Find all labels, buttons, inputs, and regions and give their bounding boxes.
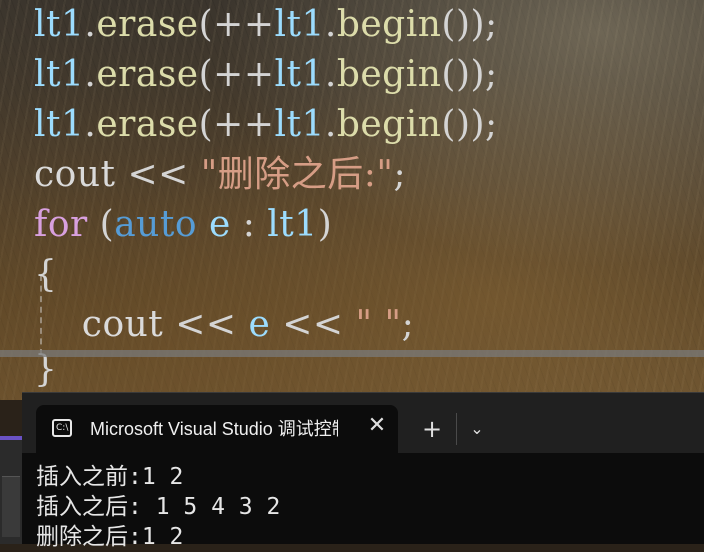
editor-splitter[interactable] <box>0 350 704 357</box>
code-token: ()); <box>441 104 498 145</box>
code-token: " " <box>355 304 402 345</box>
code-line[interactable]: cout << e << " "; <box>34 300 414 350</box>
code-token: auto <box>114 204 198 245</box>
code-token: for <box>34 204 88 245</box>
code-token: { <box>34 254 58 295</box>
code-token: e <box>248 304 271 345</box>
code-token: lt1 <box>34 104 85 145</box>
code-token: ) <box>317 204 333 245</box>
code-token: ; <box>401 304 415 345</box>
code-line[interactable]: for (auto e : lt1) <box>34 200 332 250</box>
output-line: 插入之后: 1 5 4 3 2 <box>36 494 281 520</box>
code-line[interactable]: cout << "删除之后:"; <box>34 150 406 200</box>
code-token: cout <box>34 154 116 195</box>
code-token: (++ <box>198 104 275 145</box>
code-token: << <box>163 304 249 345</box>
close-icon[interactable]: ✕ <box>366 415 388 437</box>
debug-console-window[interactable]: C:\ Microsoft Visual Studio 调试控制台 ✕ + ⌄ … <box>22 392 704 550</box>
code-token: ()); <box>441 54 498 95</box>
code-token: erase <box>96 104 199 145</box>
code-token: . <box>324 4 337 45</box>
code-token: << <box>115 154 201 195</box>
code-token: lt1 <box>267 204 318 245</box>
code-token: . <box>84 4 97 45</box>
console-output: 插入之前:1 2 插入之后: 1 5 4 3 2 删除之后:1 2 <box>36 462 696 552</box>
new-tab-button[interactable]: + <box>420 417 444 441</box>
code-token: cout <box>81 304 164 345</box>
chevron-down-icon[interactable]: ⌄ <box>466 417 488 441</box>
code-token: lt1 <box>274 4 325 45</box>
side-panel-box <box>2 476 20 537</box>
code-token: << <box>270 304 356 345</box>
code-line[interactable]: lt1.erase(++lt1.begin()); <box>34 50 498 100</box>
code-token: ( <box>87 204 115 245</box>
console-tab[interactable]: C:\ Microsoft Visual Studio 调试控制台 ✕ <box>36 405 398 453</box>
code-token: (++ <box>198 4 275 45</box>
code-token: . <box>324 104 337 145</box>
code-token: lt1 <box>34 4 85 45</box>
console-icon-label: C:\ <box>56 423 69 433</box>
code-token: (++ <box>198 54 275 95</box>
code-token: begin <box>336 4 442 45</box>
titlebar-divider <box>456 413 457 445</box>
code-token: lt1 <box>274 104 325 145</box>
code-token: . <box>84 104 97 145</box>
code-token: lt1 <box>274 54 325 95</box>
code-line[interactable]: lt1.erase(++lt1.begin()); <box>34 100 498 150</box>
code-line[interactable]: lt1.erase(++lt1.begin()); <box>34 0 498 50</box>
code-token: begin <box>336 54 442 95</box>
output-line: 插入之前:1 2 <box>36 464 184 490</box>
accent-bar <box>0 436 22 440</box>
code-line[interactable]: { <box>34 250 57 300</box>
code-token: : <box>230 204 268 245</box>
code-token: e <box>208 204 231 245</box>
output-line: 删除之后:1 2 <box>36 524 184 550</box>
console-icon: C:\ <box>52 419 72 437</box>
code-token: ()); <box>441 4 498 45</box>
indent-guide <box>40 275 42 355</box>
tab-title: Microsoft Visual Studio 调试控制台 <box>90 419 338 439</box>
code-token: . <box>324 54 337 95</box>
code-token: begin <box>336 104 442 145</box>
code-token: erase <box>96 4 199 45</box>
code-token: "删除之后:" <box>200 154 394 195</box>
code-token: erase <box>96 54 199 95</box>
code-editor[interactable]: lt1.erase(++lt1.begin()); lt1.erase(++lt1… <box>0 0 704 400</box>
code-token: lt1 <box>34 54 85 95</box>
terminal-titlebar[interactable]: C:\ Microsoft Visual Studio 调试控制台 ✕ + ⌄ <box>22 392 704 453</box>
code-token: . <box>84 54 97 95</box>
side-panel-strip <box>0 436 22 544</box>
code-token: ; <box>393 154 407 195</box>
